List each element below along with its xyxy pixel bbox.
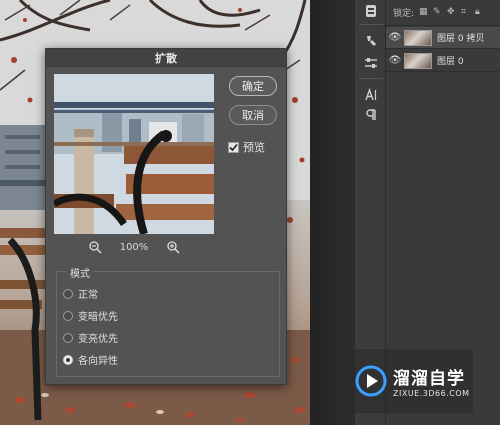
preview-checkbox-row[interactable]: 预览 [228, 139, 265, 155]
checkmark-icon [229, 143, 238, 151]
mode-option-label: 变亮优先 [78, 334, 118, 345]
mode-option-anisotropic[interactable]: 各向异性 [63, 352, 118, 367]
toolstrip-divider [359, 24, 383, 25]
character-icon[interactable] [361, 86, 381, 104]
mode-legend: 模式 [67, 265, 93, 280]
layer-row[interactable]: 👁︎ 图层 0 [386, 50, 500, 72]
ok-button[interactable]: 确定 [229, 76, 277, 96]
mode-option-normal[interactable]: 正常 [63, 286, 98, 301]
radio-button[interactable] [63, 310, 73, 321]
lock-transparency-icon[interactable]: ▦ [419, 8, 428, 17]
diffuse-dialog: 扩散 100% 确定 取消 预览 模式 正常 变暗优先 变亮优先 各向异性 [45, 48, 287, 385]
layer-thumbnail [404, 52, 432, 69]
visibility-eye-icon[interactable]: 👁︎ [386, 32, 404, 43]
radio-button-selected[interactable] [63, 354, 73, 365]
dialog-title: 扩散 [155, 51, 177, 65]
zoom-level: 100% [119, 241, 149, 253]
mode-option-darken-only[interactable]: 变暗优先 [63, 308, 118, 323]
layer-name[interactable]: 图层 0 [437, 54, 464, 67]
lock-all-icon[interactable]: 🔒︎ [475, 8, 484, 17]
canvas-pasteboard [310, 0, 354, 425]
cancel-button[interactable]: 取消 [229, 105, 277, 125]
zoom-out-icon[interactable] [88, 240, 102, 254]
mode-option-label: 各向异性 [78, 356, 118, 367]
visibility-eye-icon[interactable]: 👁︎ [386, 55, 404, 66]
preview-label: 预览 [243, 141, 265, 154]
watermark-url: ZIXUE.3D66.COM [393, 389, 470, 398]
adjust-sliders-icon[interactable] [361, 54, 381, 72]
watermark-logo [355, 365, 387, 397]
lock-position-icon[interactable]: ✥ [447, 8, 456, 17]
radio-button[interactable] [63, 332, 73, 343]
brush-settings-icon[interactable] [361, 32, 381, 50]
lock-artboard-icon[interactable]: ⌗ [461, 8, 470, 17]
toolstrip-divider [359, 78, 383, 79]
layer-row[interactable]: 👁︎ 图层 0 拷贝 [386, 27, 500, 49]
dialog-titlebar[interactable]: 扩散 [46, 49, 286, 67]
mode-option-label: 变暗优先 [78, 312, 118, 323]
site-watermark: 溜溜自学 ZIXUE.3D66.COM [351, 349, 473, 413]
mode-option-lighten-only[interactable]: 变亮优先 [63, 330, 118, 345]
libraries-icon[interactable] [361, 2, 381, 20]
layer-thumbnail [404, 29, 432, 46]
preview-checkbox[interactable] [228, 141, 239, 153]
layer-name[interactable]: 图层 0 拷贝 [437, 31, 484, 44]
mode-option-label: 正常 [78, 290, 98, 301]
preview-image [54, 74, 214, 234]
mode-group: 模式 正常 变暗优先 变亮优先 各向异性 [56, 265, 280, 377]
radio-button[interactable] [63, 288, 73, 299]
watermark-title: 溜溜自学 [393, 369, 465, 389]
preview-zoom-controls: 100% [54, 239, 214, 255]
filter-preview[interactable] [54, 74, 214, 234]
zoom-in-icon[interactable] [166, 240, 180, 254]
layer-lock-row: 锁定: ▦ ✎ ✥ ⌗ 🔒︎ [386, 0, 500, 26]
lock-label: 锁定: [393, 9, 415, 19]
lock-pixels-icon[interactable]: ✎ [433, 8, 442, 17]
paragraph-icon[interactable] [361, 106, 381, 124]
